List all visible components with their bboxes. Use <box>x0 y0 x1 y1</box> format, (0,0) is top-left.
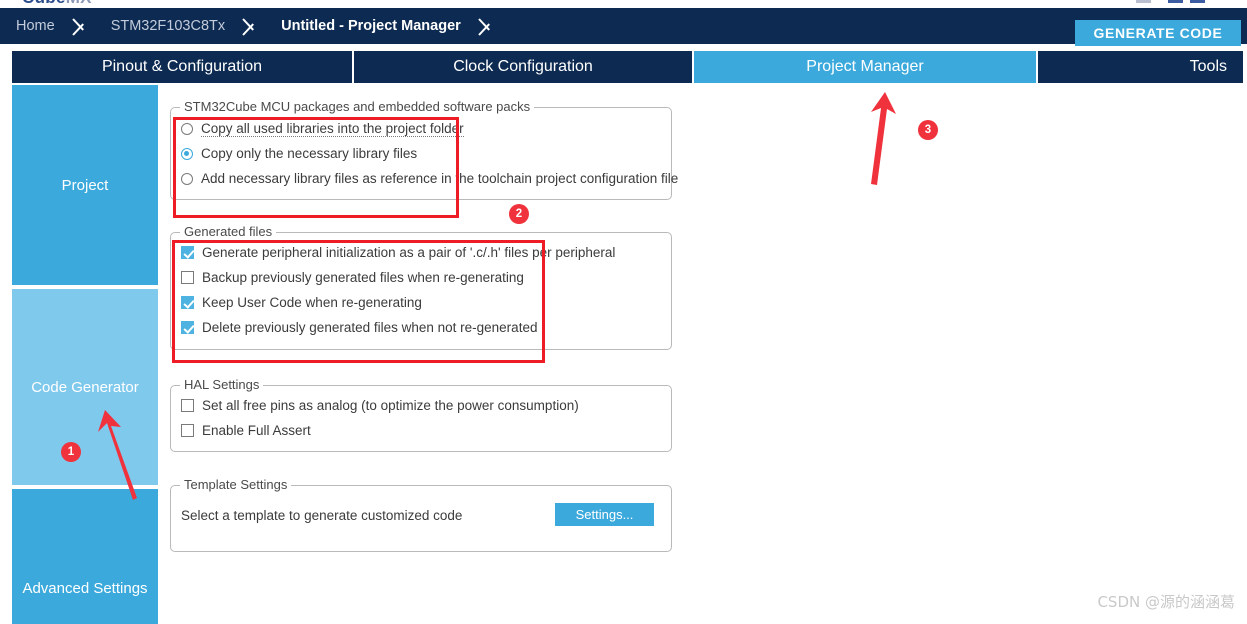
tab-project-manager[interactable]: Project Manager <box>694 51 1038 83</box>
breadcrumb-item-mcu[interactable]: STM32F103C8Tx <box>95 8 239 44</box>
mcu-packages-group-title: STM32Cube MCU packages and embedded soft… <box>180 99 535 114</box>
template-settings-description: Select a template to generate customized… <box>181 508 463 523</box>
checkbox-enable-full-assert-label: Enable Full Assert <box>202 423 311 438</box>
sidebar-item-code-generator[interactable]: Code Generator <box>12 289 158 487</box>
window-title-strip: CubeMX <box>0 0 1247 8</box>
csdn-watermark: CSDN @源的涵涵葛 <box>1097 593 1235 611</box>
generated-files-group: Generated files Generate peripheral init… <box>170 224 672 350</box>
checkbox-keep-user-code-label: Keep User Code when re-generating <box>202 295 422 310</box>
checkbox-icon[interactable] <box>181 424 194 437</box>
logo-cube-text: Cube <box>22 0 66 7</box>
radio-icon-selected[interactable] <box>181 147 193 160</box>
window-restore-button[interactable] <box>1168 0 1183 3</box>
hal-settings-group-title: HAL Settings <box>180 377 264 392</box>
breadcrumb-item-home[interactable]: Home <box>0 8 69 44</box>
template-settings-group: Template Settings Select a template to g… <box>170 477 672 552</box>
chevron-right-icon <box>475 8 501 44</box>
breadcrumb-item-project[interactable]: Untitled - Project Manager <box>265 8 475 44</box>
checkbox-backup-generated-files[interactable]: Backup previously generated files when r… <box>181 270 524 285</box>
tab-clock-configuration[interactable]: Clock Configuration <box>354 51 694 83</box>
main-tab-bar: Pinout & Configuration Clock Configurati… <box>12 51 1247 83</box>
sidebar-item-advanced-settings[interactable]: Advanced Settings <box>12 489 158 624</box>
checkbox-icon-checked[interactable] <box>181 246 194 259</box>
checkbox-keep-user-code[interactable]: Keep User Code when re-generating <box>181 295 422 310</box>
hal-settings-group: HAL Settings Set all free pins as analog… <box>170 377 672 452</box>
template-settings-group-title: Template Settings <box>180 477 292 492</box>
radio-copy-all-libraries[interactable]: Copy all used libraries into the project… <box>181 121 464 137</box>
checkbox-delete-generated-files-label: Delete previously generated files when n… <box>202 320 538 335</box>
chevron-right-icon <box>69 8 95 44</box>
radio-add-library-reference[interactable]: Add necessary library files as reference… <box>181 171 678 186</box>
radio-add-library-reference-label: Add necessary library files as reference… <box>201 171 679 186</box>
generate-code-button[interactable]: GENERATE CODE <box>1075 20 1241 46</box>
checkbox-icon[interactable] <box>181 271 194 284</box>
checkbox-icon-checked[interactable] <box>181 296 194 309</box>
project-manager-sidebar: Project Code Generator Advanced Settings <box>12 85 158 624</box>
code-generator-panel: STM32Cube MCU packages and embedded soft… <box>158 85 1247 624</box>
window-minimize-button[interactable] <box>1136 0 1151 3</box>
checkbox-icon[interactable] <box>181 399 194 412</box>
checkbox-delete-generated-files[interactable]: Delete previously generated files when n… <box>181 320 537 335</box>
breadcrumb: Home STM32F103C8Tx Untitled - Project Ma… <box>0 8 501 44</box>
template-settings-button[interactable]: Settings... <box>555 503 654 526</box>
checkbox-set-free-pins-analog[interactable]: Set all free pins as analog (to optimize… <box>181 398 579 413</box>
logo-mx-text: MX <box>66 0 92 7</box>
mcu-packages-group: STM32Cube MCU packages and embedded soft… <box>170 99 678 200</box>
radio-copy-necessary-libraries[interactable]: Copy only the necessary library files <box>181 146 417 161</box>
checkbox-generate-peripheral-init-label: Generate peripheral initialization as a … <box>202 245 616 260</box>
checkbox-generate-peripheral-init[interactable]: Generate peripheral initialization as a … <box>181 245 615 260</box>
checkbox-backup-generated-files-label: Backup previously generated files when r… <box>202 270 524 285</box>
stm32cubemx-window: CubeMX Home STM32F103C8Tx Untitled - Pro… <box>0 0 1247 624</box>
window-maximize-button[interactable] <box>1190 0 1205 3</box>
sidebar-item-project[interactable]: Project <box>12 85 158 287</box>
radio-copy-all-libraries-label: Copy all used libraries into the project… <box>201 121 464 137</box>
cubemx-logo: CubeMX <box>22 0 92 8</box>
checkbox-icon-checked[interactable] <box>181 321 194 334</box>
tab-tools[interactable]: Tools <box>1038 51 1243 83</box>
chevron-right-icon <box>239 8 265 44</box>
breadcrumb-bar: Home STM32F103C8Tx Untitled - Project Ma… <box>0 8 1247 46</box>
radio-icon[interactable] <box>181 123 193 135</box>
generated-files-group-title: Generated files <box>180 224 277 239</box>
radio-icon[interactable] <box>181 172 193 185</box>
radio-copy-necessary-libraries-label: Copy only the necessary library files <box>201 146 418 161</box>
checkbox-set-free-pins-analog-label: Set all free pins as analog (to optimize… <box>202 398 579 413</box>
tab-pinout-configuration[interactable]: Pinout & Configuration <box>12 51 354 83</box>
checkbox-enable-full-assert[interactable]: Enable Full Assert <box>181 423 311 438</box>
